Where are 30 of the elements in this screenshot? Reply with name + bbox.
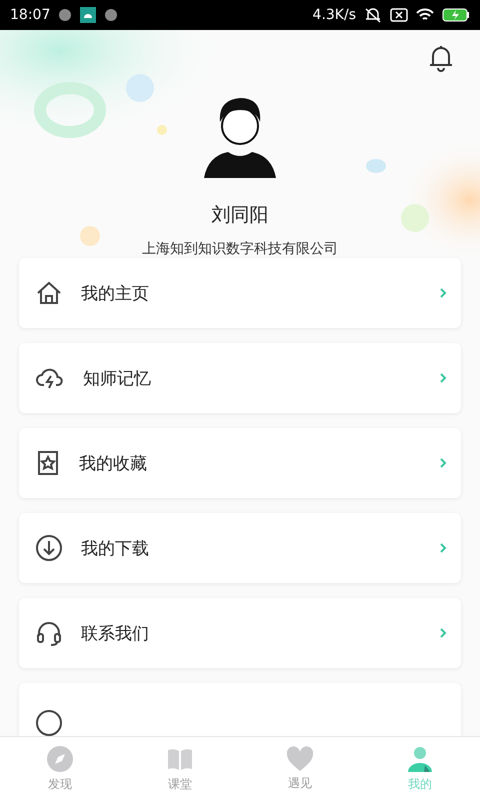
menu-item[interactable]: 知师记忆	[19, 343, 461, 413]
circle-icon	[35, 709, 63, 736]
status-time: 18:07	[10, 7, 50, 23]
sim-x-icon	[390, 8, 408, 22]
notification-bell-button[interactable]	[428, 44, 454, 72]
heart-icon	[286, 746, 314, 772]
compass-icon	[46, 744, 74, 772]
network-speed: 4.3K/s	[312, 7, 356, 23]
bell-off-icon	[364, 7, 382, 23]
dot-icon	[104, 8, 118, 22]
company-name: 上海知到知识数字科技有限公司	[142, 240, 338, 258]
chevron-right-icon	[439, 542, 447, 554]
chevron-right-icon	[439, 287, 447, 299]
home-icon	[35, 279, 63, 307]
menu-item[interactable]: 我的主页	[19, 258, 461, 328]
chevron-right-icon	[439, 627, 447, 639]
android-icon	[80, 7, 96, 23]
headset-icon	[35, 619, 63, 647]
menu-item[interactable]: 我的下载	[19, 513, 461, 583]
chevron-right-icon	[439, 372, 447, 384]
star-bookmark-icon	[35, 449, 61, 477]
person-icon	[406, 744, 434, 772]
wifi-icon	[416, 8, 434, 22]
download-icon	[35, 534, 63, 562]
dot-icon	[58, 8, 72, 22]
user-name: 刘同阳	[212, 203, 268, 228]
menu-item[interactable]: 联系我们	[19, 598, 461, 668]
menu-item[interactable]: 我的收藏	[19, 428, 461, 498]
battery-charging-icon	[442, 8, 470, 22]
chevron-right-icon	[439, 457, 447, 469]
